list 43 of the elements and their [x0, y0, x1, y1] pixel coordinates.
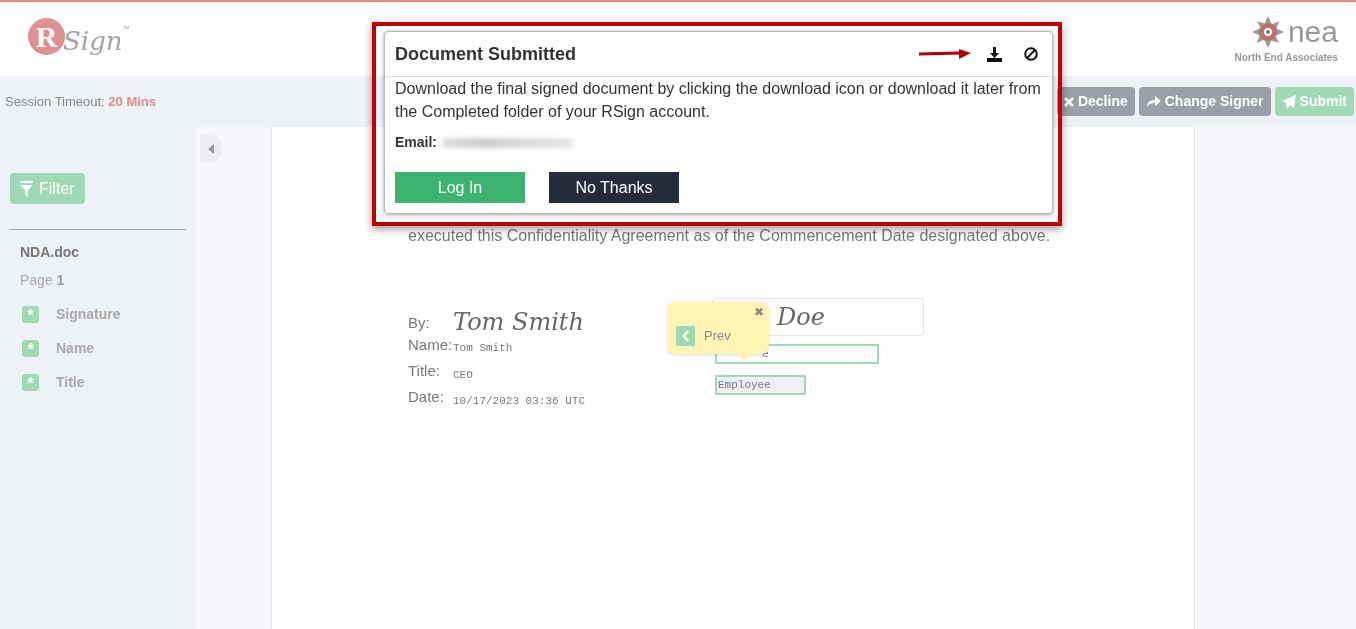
field-label: Date:	[408, 387, 445, 407]
field-label: By:	[408, 313, 431, 332]
logo-text: Sign	[63, 24, 123, 58]
dialog-title: Document Submitted	[395, 42, 576, 66]
filter-icon	[20, 180, 33, 197]
share-arrow-icon	[1145, 95, 1161, 108]
collapse-button[interactable]	[200, 135, 222, 163]
page-label: Page 1	[19, 271, 66, 290]
email-label: Email:	[395, 133, 437, 152]
date-value: 10/17/2023 03:36 UTC	[453, 394, 587, 409]
field-link[interactable]: Signature	[56, 304, 121, 325]
close-icon[interactable]: ✖	[754, 306, 764, 318]
partner-logo-text: nea	[1287, 16, 1338, 47]
login-button[interactable]: Log In	[395, 172, 525, 203]
signature-text: Tom Smith	[453, 310, 585, 334]
pointer-arrow	[919, 49, 971, 59]
required-icon: *	[22, 306, 39, 323]
submit-button[interactable]: Submit	[1274, 87, 1354, 116]
dismiss-button[interactable]: No Thanks	[549, 172, 679, 203]
triangle-left-icon	[207, 144, 215, 154]
filter-button[interactable]: Filter	[10, 173, 85, 204]
title-field[interactable]: Employee	[715, 375, 806, 395]
required-icon: *	[22, 340, 39, 357]
dialog-message: Download the final signed document by clicking the download icon or download it later from the Completed folder of your RSign account.	[395, 79, 1042, 122]
tooltip-pointer	[737, 354, 751, 361]
required-icon: *	[22, 374, 39, 391]
session-timeout: Session Timeout: 20 Mins	[5, 92, 156, 111]
change-signer-button[interactable]: Change Signer	[1138, 87, 1271, 116]
close-icon	[1063, 96, 1074, 107]
chevron-left-icon	[681, 330, 690, 342]
decline-icon[interactable]	[1024, 47, 1038, 61]
download-icon[interactable]	[987, 46, 1002, 62]
partner-tagline: North End Associates	[1234, 50, 1338, 65]
logo-letter: R	[28, 17, 65, 55]
field-label: Name:	[408, 335, 453, 355]
paper-plane-icon	[1281, 94, 1296, 109]
field-link[interactable]: Title	[56, 372, 85, 393]
field-label: Title:	[408, 361, 441, 381]
document-name: NDA.doc	[19, 243, 81, 262]
title-value: CEO	[453, 368, 474, 383]
agreement-text: executed this Confidentiality Agreement as of the Commencement Date designated above.	[408, 226, 1052, 246]
field-link[interactable]: Name	[56, 338, 95, 359]
name-value: Tom Smith	[453, 341, 514, 356]
